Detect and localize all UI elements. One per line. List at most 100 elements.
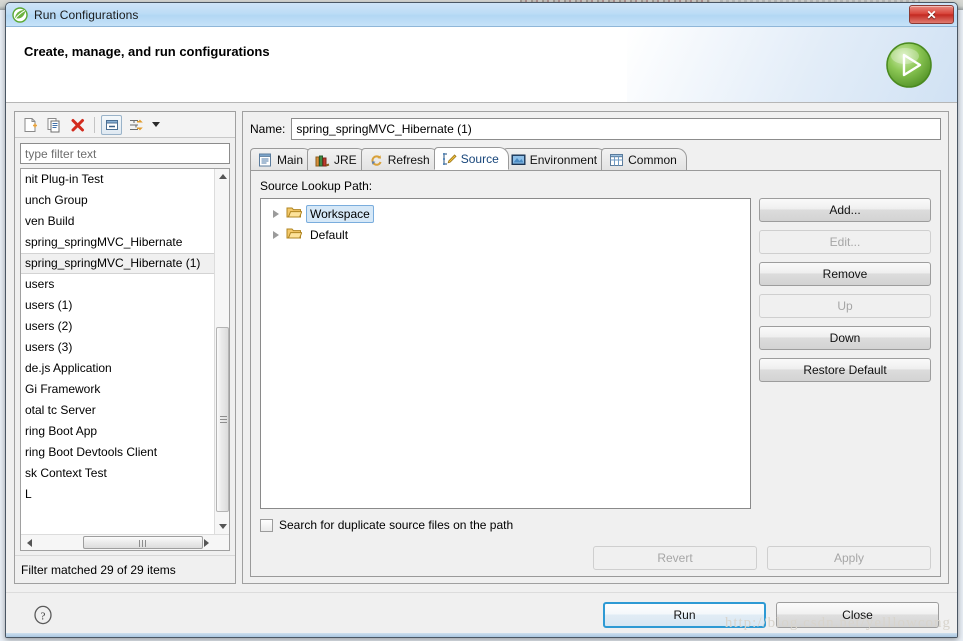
duplicate-source-row[interactable]: Search for duplicate source files on the… — [260, 518, 931, 532]
chevron-down-icon[interactable] — [149, 115, 162, 135]
source-lookup-buttons: Add... Edit... Remove Up Down Restore De… — [759, 198, 931, 509]
tab-common[interactable]: Common — [601, 148, 687, 170]
tab-label: Main — [277, 152, 304, 167]
source-lookup-path-label: Source Lookup Path: — [260, 179, 373, 193]
duplicate-launch-configuration-icon[interactable] — [43, 115, 64, 135]
filter-input[interactable] — [20, 143, 230, 164]
duplicate-source-label: Search for duplicate source files on the… — [279, 518, 514, 532]
list-item[interactable]: users — [21, 274, 214, 295]
source-tab-icon — [442, 152, 457, 166]
folder-icon — [286, 226, 303, 243]
tree-vertical-scrollbar[interactable] — [214, 169, 229, 534]
list-item-label: ven Build — [25, 214, 75, 228]
configuration-editor-panel: Name: Main — [242, 111, 949, 584]
source-entry-default[interactable]: Default — [261, 224, 750, 245]
list-item[interactable]: de.js Application — [21, 358, 214, 379]
window-title: Run Configurations — [34, 7, 139, 22]
list-item-selected[interactable]: spring_springMVC_Hibernate (1) — [21, 253, 214, 274]
launch-configurations-list: nit Plug-in Test unch Group ven Build sp… — [21, 169, 214, 534]
tab-environment[interactable]: Environment — [502, 148, 608, 170]
list-item[interactable]: spring_springMVC_Hibernate — [21, 232, 214, 253]
tab-source[interactable]: Source — [433, 147, 509, 170]
name-input[interactable] — [291, 118, 941, 140]
list-item-label: ring Boot Devtools Client — [25, 445, 158, 459]
list-item-label: spring_springMVC_Hibernate (1) — [25, 256, 201, 270]
list-item-label: users — [25, 277, 55, 291]
scroll-up-icon[interactable] — [215, 169, 229, 184]
run-configurations-dialog: Run Configurations ✕ Create, manage, and… — [5, 2, 958, 638]
tab-label: JRE — [334, 152, 357, 167]
common-tab-icon — [609, 153, 624, 167]
close-window-button[interactable]: ✕ — [909, 5, 954, 24]
toolbar-separator — [94, 116, 95, 133]
add-button[interactable]: Add... — [759, 198, 931, 222]
scroll-left-icon[interactable] — [21, 535, 37, 550]
name-label: Name: — [250, 122, 286, 136]
delete-launch-configuration-icon[interactable] — [67, 115, 88, 135]
revert-button: Revert — [593, 546, 757, 570]
scroll-thumb-grip — [220, 415, 227, 425]
list-item-label: users (3) — [25, 340, 73, 354]
list-item[interactable]: otal tc Server — [21, 400, 214, 421]
tab-main[interactable]: Main — [250, 148, 314, 170]
configuration-tabs: Main JRE Refresh Source Environment Comm… — [250, 147, 941, 171]
list-item-label: unch Group — [25, 193, 88, 207]
remove-button[interactable]: Remove — [759, 262, 931, 286]
filter-status-text: Filter matched 29 of 29 items — [15, 555, 235, 583]
scroll-right-icon[interactable] — [198, 535, 214, 550]
list-item[interactable]: unch Group — [21, 190, 214, 211]
main-tab-icon — [258, 153, 273, 167]
list-item-label: ring Boot App — [25, 424, 98, 438]
expand-triangle-icon[interactable] — [273, 230, 279, 239]
list-item[interactable]: ven Build — [21, 211, 214, 232]
filter-field-wrapper — [15, 138, 235, 168]
source-entry-workspace[interactable]: Workspace — [261, 203, 750, 224]
source-lookup-tree[interactable]: Workspace Default — [260, 198, 751, 509]
source-entry-label: Workspace — [306, 204, 374, 223]
tree-horizontal-scrollbar[interactable] — [21, 534, 229, 550]
list-item-label: L — [25, 487, 32, 501]
list-item[interactable]: L — [21, 484, 214, 505]
watermark-text: http://blog.csdn.net/yelllowcong — [724, 615, 951, 631]
list-item-label: sk Context Test — [25, 466, 107, 480]
scroll-down-icon[interactable] — [215, 519, 229, 534]
expand-triangle-icon[interactable] — [273, 209, 279, 218]
new-launch-configuration-icon[interactable] — [19, 115, 40, 135]
list-item[interactable]: nit Plug-in Test — [21, 169, 214, 190]
scroll-thumb-grip — [139, 540, 148, 547]
revert-apply-row: Revert Apply — [260, 546, 931, 570]
window-titlebar: Run Configurations ✕ — [6, 3, 957, 27]
collapse-all-icon[interactable] — [101, 114, 122, 135]
run-play-icon — [883, 39, 935, 91]
horizontal-scroll-thumb[interactable] — [83, 536, 203, 549]
name-row: Name: — [250, 118, 941, 140]
down-button[interactable]: Down — [759, 326, 931, 350]
source-entry-label: Default — [310, 227, 349, 242]
list-item[interactable]: sk Context Test — [21, 463, 214, 484]
tab-label: Common — [628, 152, 677, 167]
up-button: Up — [759, 294, 931, 318]
list-item[interactable]: ring Boot App — [21, 421, 214, 442]
restore-default-button[interactable]: Restore Default — [759, 358, 931, 382]
list-item-label: Gi Framework — [25, 382, 101, 396]
tab-refresh[interactable]: Refresh — [360, 148, 440, 170]
list-item-label: spring_springMVC_Hibernate — [25, 235, 183, 249]
tab-label: Source — [460, 151, 499, 166]
filter-launch-configurations-icon[interactable] — [125, 115, 146, 135]
help-question-icon[interactable]: ? — [33, 605, 53, 625]
dialog-body: nit Plug-in Test unch Group ven Build sp… — [6, 103, 957, 592]
list-item-label: de.js Application — [25, 361, 112, 375]
window-bottom-edge — [6, 633, 957, 637]
list-item[interactable]: ring Boot Devtools Client — [21, 442, 214, 463]
dialog-footer: ? Run Close http://blog.csdn.net/yelllow… — [6, 592, 957, 637]
list-item[interactable]: users (2) — [21, 316, 214, 337]
tab-jre[interactable]: JRE — [307, 148, 367, 170]
list-item[interactable]: Gi Framework — [21, 379, 214, 400]
vertical-scroll-thumb[interactable] — [216, 327, 229, 512]
list-item[interactable]: users (3) — [21, 337, 214, 358]
tab-label: Environment — [529, 152, 598, 167]
folder-icon — [286, 205, 303, 222]
list-item[interactable]: users (1) — [21, 295, 214, 316]
duplicate-source-checkbox[interactable] — [260, 518, 273, 532]
list-item-label: otal tc Server — [25, 403, 96, 417]
